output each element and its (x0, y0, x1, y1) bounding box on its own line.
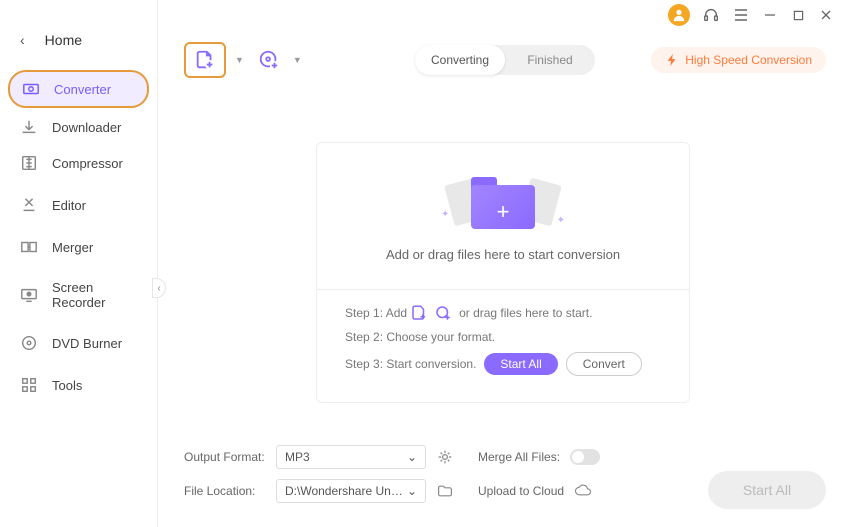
start-all-mini-button[interactable]: Start All (484, 353, 557, 375)
open-folder-icon[interactable] (436, 482, 454, 500)
toolbar: ▼ ▼ Converting Finished High Speed Conve… (184, 42, 826, 78)
editor-icon (20, 196, 38, 214)
sidebar-item-label: Converter (54, 82, 111, 97)
output-format-select[interactable]: MP3 ⌄ (276, 445, 426, 469)
add-file-button[interactable] (184, 42, 226, 78)
file-location-label: File Location: (184, 484, 266, 498)
dvd-burner-icon (20, 334, 38, 352)
start-all-button[interactable]: Start All (708, 471, 826, 509)
lightning-icon (665, 53, 679, 67)
folder-illustration: + ✦ ✦ (463, 171, 543, 231)
sidebar-item-editor[interactable]: Editor (8, 188, 149, 222)
sidebar-item-compressor[interactable]: Compressor (8, 146, 149, 180)
steps-area: Step 1: Add or drag files here to start.… (317, 289, 689, 402)
convert-mini-button[interactable]: Convert (566, 352, 642, 376)
cloud-icon[interactable] (574, 482, 592, 500)
status-tabs: Converting Finished (415, 45, 595, 75)
chevron-down-icon: ⌄ (407, 484, 417, 498)
chevron-left-icon: ‹ (20, 32, 25, 48)
drop-zone[interactable]: + ✦ ✦ Add or drag files here to start co… (317, 143, 689, 289)
sidebar-item-label: Editor (52, 198, 86, 213)
add-dvd-caret[interactable]: ▼ (293, 55, 302, 65)
sidebar-item-downloader[interactable]: Downloader (8, 110, 149, 144)
add-file-caret[interactable]: ▼ (235, 55, 244, 65)
merge-toggle[interactable] (570, 449, 600, 465)
footer-bar: Output Format: MP3 ⌄ Merge All Files: Fi… (184, 445, 826, 513)
sidebar-item-label: Screen Recorder (52, 280, 137, 310)
sidebar-item-label: DVD Burner (52, 336, 122, 351)
sidebar-item-tools[interactable]: Tools (8, 368, 149, 402)
sidebar-item-label: Tools (52, 378, 82, 393)
sidebar-item-label: Merger (52, 240, 93, 255)
output-format-label: Output Format: (184, 450, 266, 464)
upload-label: Upload to Cloud (478, 484, 564, 498)
merge-label: Merge All Files: (478, 450, 560, 464)
chevron-down-icon: ⌄ (407, 450, 417, 464)
file-plus-icon (410, 304, 428, 322)
downloader-icon (20, 118, 38, 136)
sidebar-item-dvd[interactable]: DVD Burner (8, 326, 149, 360)
home-nav[interactable]: ‹ Home (0, 24, 157, 68)
drop-panel: + ✦ ✦ Add or drag files here to start co… (316, 142, 690, 403)
compressor-icon (20, 154, 38, 172)
tools-icon (20, 376, 38, 394)
step-1: Step 1: Add or drag files here to start. (345, 304, 661, 322)
drop-hint: Add or drag files here to start conversi… (386, 247, 620, 262)
sidebar-item-converter[interactable]: Converter (8, 70, 149, 108)
file-location-select[interactable]: D:\Wondershare UniConverter 1 ⌄ (276, 479, 426, 503)
tab-converting[interactable]: Converting (415, 45, 505, 75)
converter-icon (22, 80, 40, 98)
high-speed-badge[interactable]: High Speed Conversion (651, 47, 826, 73)
sidebar-item-label: Compressor (52, 156, 123, 171)
merger-icon (20, 238, 38, 256)
step-2: Step 2: Choose your format. (345, 330, 661, 344)
sidebar-item-merger[interactable]: Merger (8, 230, 149, 264)
add-dvd-button[interactable] (248, 42, 290, 78)
tab-finished[interactable]: Finished (505, 45, 595, 75)
settings-icon[interactable] (436, 448, 454, 466)
screen-recorder-icon (20, 286, 38, 304)
sidebar-item-label: Downloader (52, 120, 121, 135)
sidebar-item-recorder[interactable]: Screen Recorder (8, 272, 149, 318)
sidebar: ‹ Home Converter Downloader Compressor E… (0, 0, 158, 527)
main-area: ▼ ▼ Converting Finished High Speed Conve… (160, 0, 850, 527)
disc-plus-icon (434, 304, 452, 322)
step-3: Step 3: Start conversion. Start All Conv… (345, 352, 661, 376)
home-label: Home (45, 32, 82, 48)
